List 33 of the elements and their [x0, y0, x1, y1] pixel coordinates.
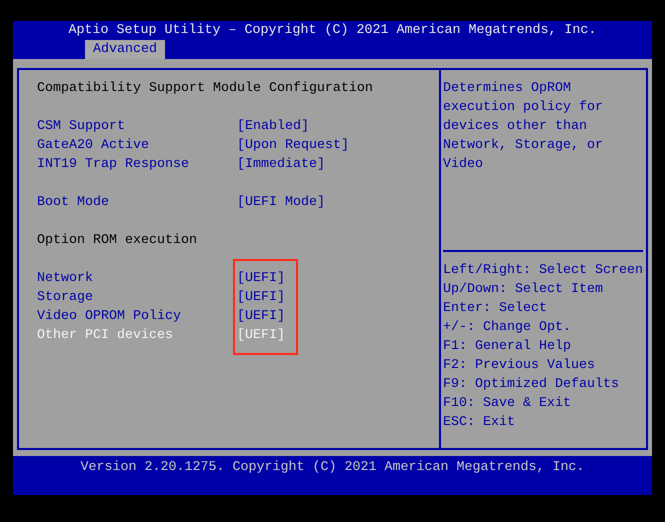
setting-label[interactable]: GateA20 Active [37, 136, 237, 155]
help-text: devices other than [443, 118, 588, 136]
setting-value[interactable]: [Immediate] [237, 155, 349, 174]
key-hint: F10: Save & Exit [443, 395, 572, 413]
key-hint: F2: Previous Values [443, 357, 596, 375]
footer-text: Version 2.20.1275. Copyright (C) 2021 American Megatrends, Inc. [80, 459, 584, 477]
window-title: Aptio Setup Utility – Copyright (C) 2021 American Megatrends, Inc. [68, 22, 596, 40]
key-hint: Enter: Select [443, 300, 548, 318]
key-hint: F9: Optimized Defaults [443, 376, 620, 394]
setting-label[interactable]: CSM Support [37, 117, 237, 136]
setting-value[interactable]: [Upon Request] [237, 136, 349, 155]
setting-label[interactable]: INT19 Trap Response [37, 155, 237, 174]
setting-value[interactable]: [UEFI] [237, 269, 285, 288]
tab[interactable]: Advanced [85, 40, 165, 59]
key-hint: ESC: Exit [443, 414, 516, 432]
section-heading: Compatibility Support Module Configuration [37, 80, 374, 98]
help-text: Network, Storage, or [443, 137, 604, 155]
setting-label[interactable]: Network [37, 269, 237, 288]
setting-value[interactable]: [UEFI Mode] [237, 193, 325, 212]
key-hint: Left/Right: Select Screen [443, 262, 643, 280]
key-hint: +/-: Change Opt. [443, 319, 572, 337]
help-text: Video [443, 156, 484, 174]
setting-label[interactable]: Video OPROM Policy [37, 307, 237, 326]
setting-value[interactable]: [Enabled] [237, 117, 349, 136]
help-text: execution policy for [443, 99, 604, 117]
setting-value[interactable]: [UEFI] [237, 307, 285, 326]
section-heading: Option ROM execution [37, 232, 198, 250]
setting-label[interactable]: Storage [37, 288, 237, 307]
key-hint: F1: General Help [443, 338, 572, 356]
key-hint: Up/Down: Select Item [443, 281, 604, 299]
setting-label[interactable]: Boot Mode [37, 193, 237, 212]
help-text: Determines OpROM [443, 80, 572, 98]
setting-value[interactable]: [UEFI] [237, 288, 285, 307]
